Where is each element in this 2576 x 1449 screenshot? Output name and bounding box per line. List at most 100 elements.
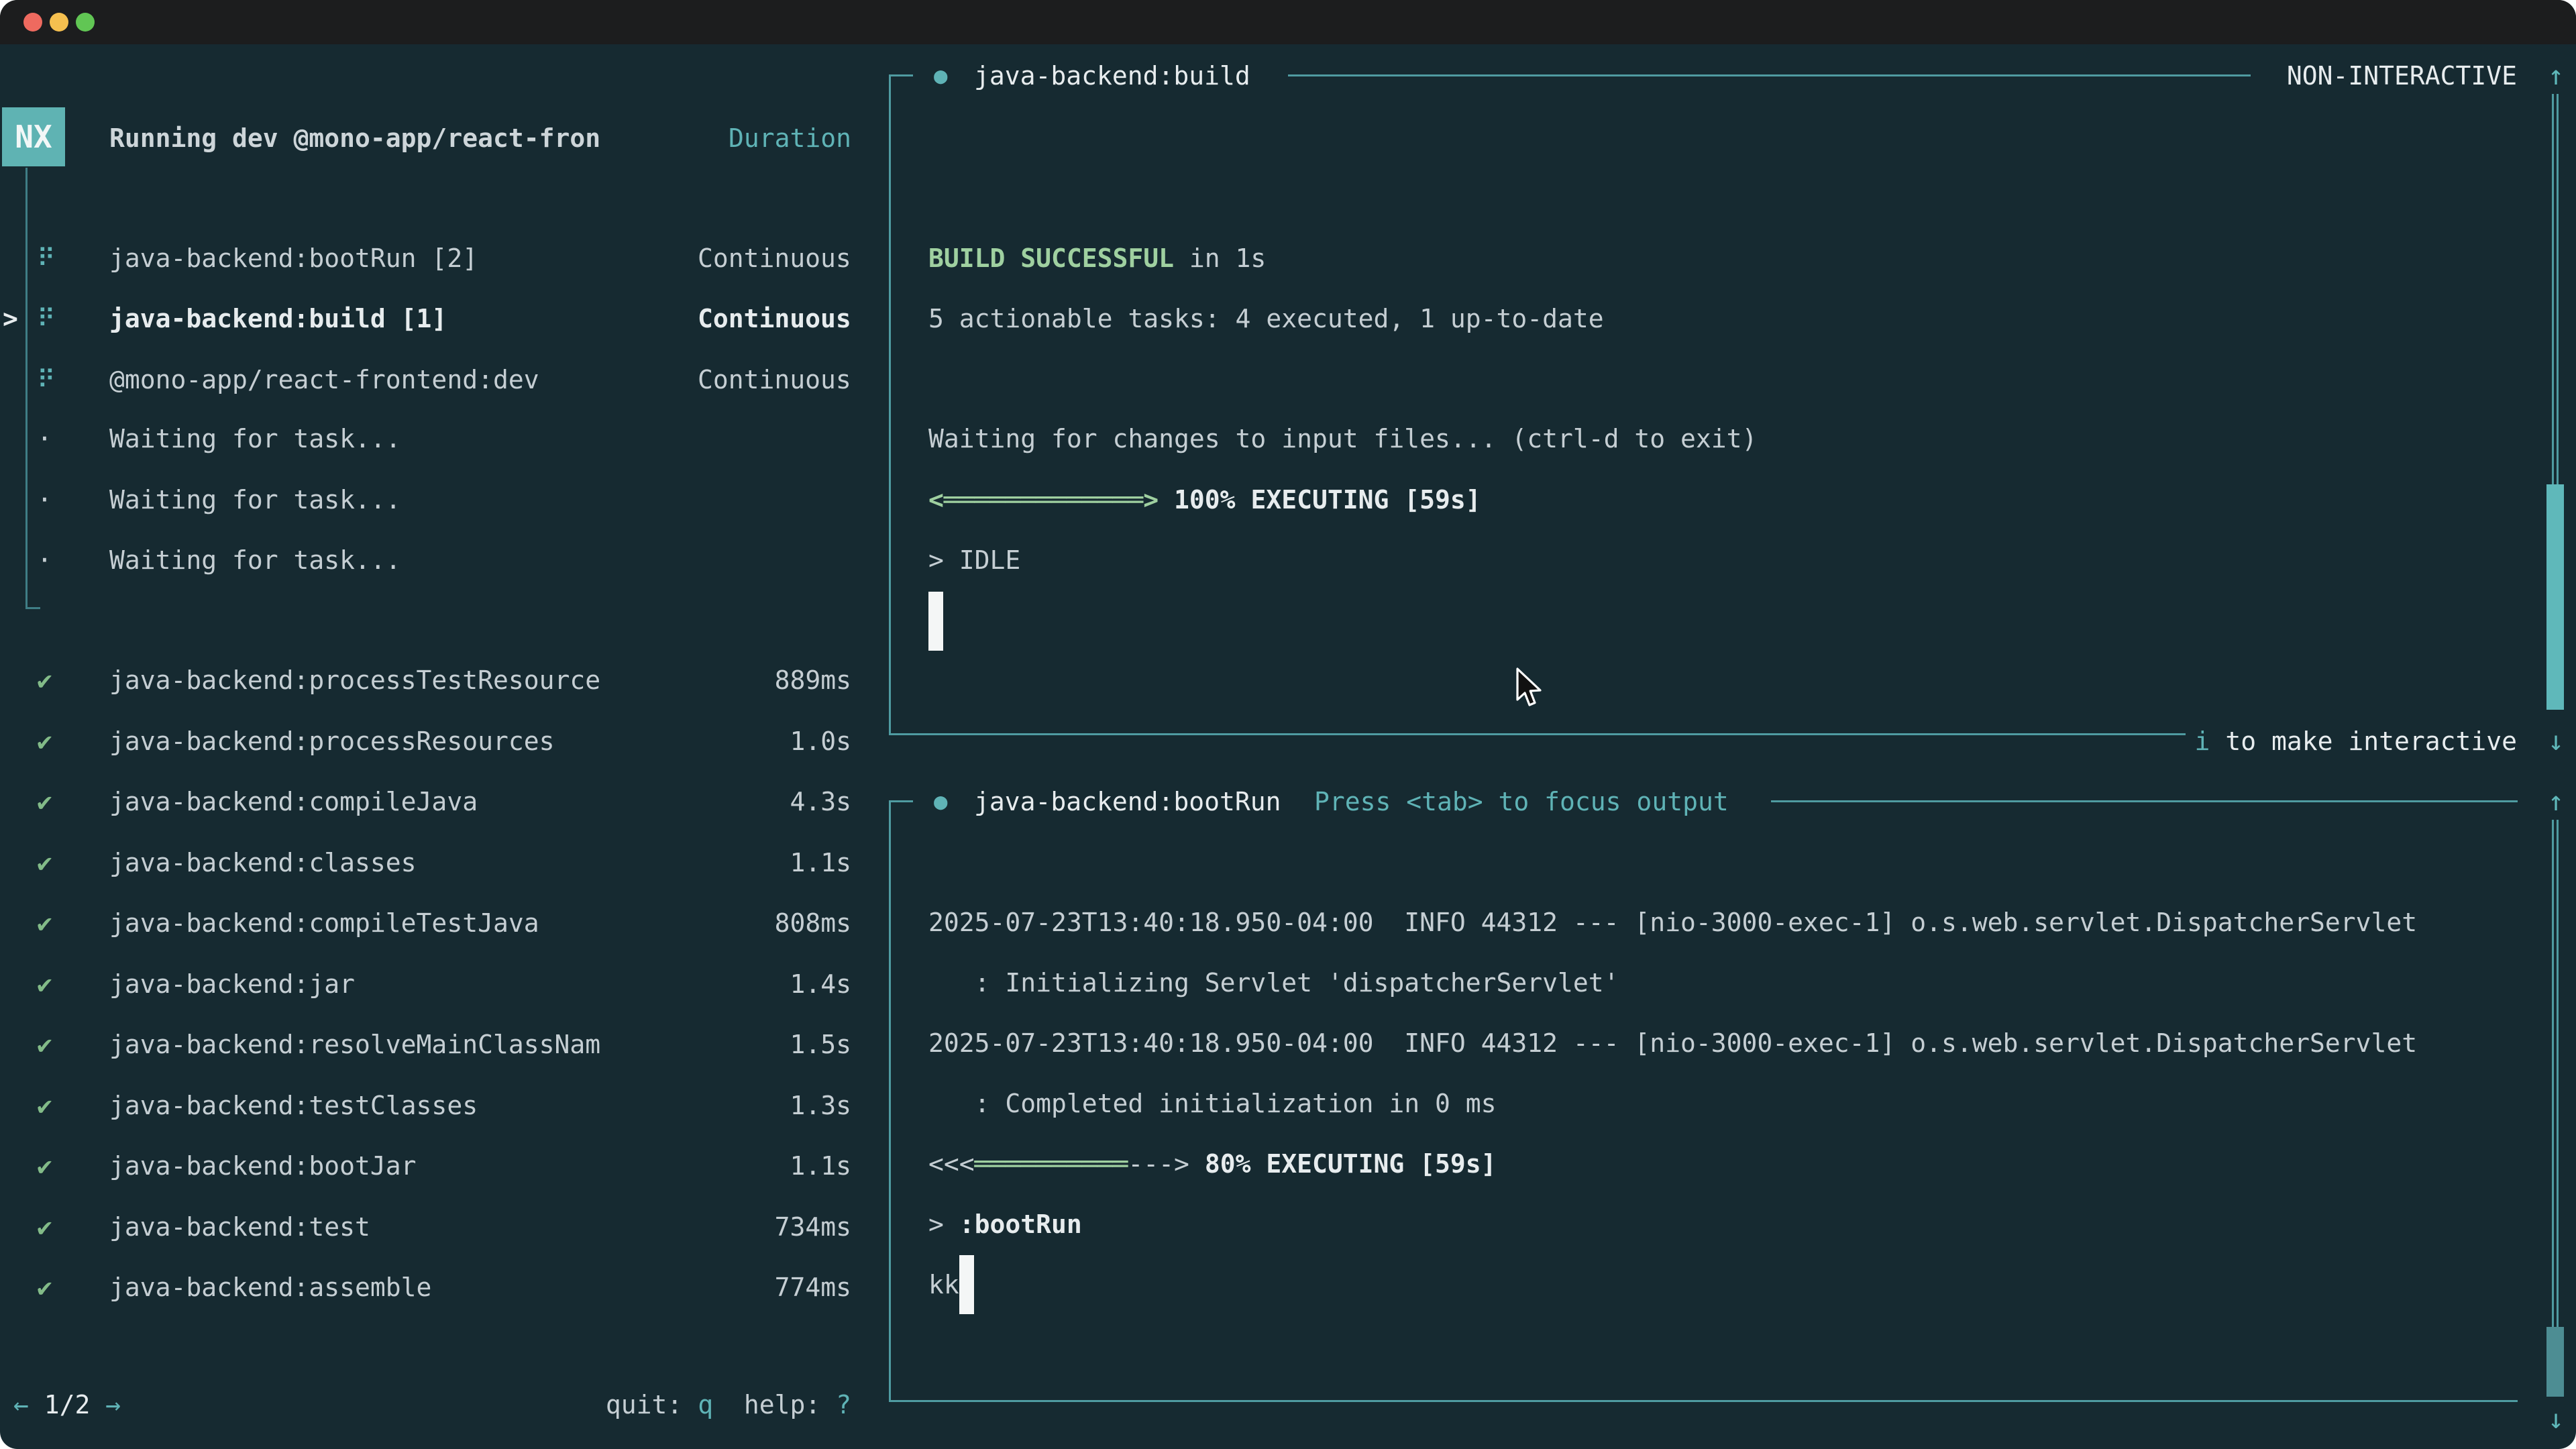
mouse-cursor <box>1515 667 1546 709</box>
progress-bar: ══════════ <box>975 1149 1128 1179</box>
task-row[interactable]: java-backend:bootJar <box>109 1136 417 1196</box>
task-duration: 4.3s <box>650 771 851 832</box>
task-row[interactable]: java-backend:assemble <box>109 1257 431 1318</box>
bootrun-scrollbar-track[interactable] <box>2552 820 2559 1327</box>
typed-input-text[interactable]: kk <box>928 1254 959 1315</box>
task-row[interactable]: java-backend:classes <box>109 833 417 893</box>
task-row[interactable]: Waiting for task... <box>109 409 401 469</box>
task-row[interactable]: java-backend:bootRun [2] <box>109 228 478 288</box>
build-panel-border-stub <box>889 74 913 76</box>
bootrun-panel-title[interactable]: java-backend:bootRun <box>974 771 1281 832</box>
spinner-icon: ⠟ <box>37 228 56 288</box>
task-duration: 1.1s <box>650 833 851 893</box>
prev-page-arrow-icon[interactable]: ← <box>13 1390 29 1419</box>
build-panel-left-border <box>889 76 891 735</box>
focus-output-hint: Press <tab> to focus output <box>1314 771 1729 832</box>
help-label: help: <box>713 1390 836 1419</box>
task-row[interactable]: java-backend:processTestResource <box>109 650 600 710</box>
task-duration: 889ms <box>650 650 851 710</box>
task-duration: 1.0s <box>650 711 851 771</box>
progress-close: ---> <box>1128 1149 1189 1179</box>
progress-open: <<< <box>928 1149 975 1179</box>
task-duration: 1.5s <box>650 1014 851 1075</box>
check-icon: ✔ <box>37 1197 52 1257</box>
log-line: : Completed initialization in 0 ms <box>928 1073 1496 1134</box>
task-row[interactable]: Waiting for task... <box>109 530 401 590</box>
check-icon: ✔ <box>37 1014 52 1075</box>
build-result-line: BUILD SUCCESSFUL in 1s <box>928 228 1266 288</box>
terminal-cursor <box>928 592 943 651</box>
check-icon: ✔ <box>37 893 52 953</box>
check-icon: ✔ <box>37 833 52 893</box>
non-interactive-badge: NON-INTERACTIVE <box>2273 46 2517 106</box>
next-page-arrow-icon[interactable]: → <box>105 1390 121 1419</box>
quit-key[interactable]: q <box>698 1390 713 1419</box>
task-duration: 1.1s <box>650 1136 851 1196</box>
scroll-down-icon[interactable]: ↓ <box>2536 711 2576 771</box>
build-progress-line: <═════════════> 100% EXECUTING [59s] <box>928 470 1481 530</box>
terminal-screen: NX Running dev @mono-app/react-fron Dura… <box>0 44 2576 1449</box>
interactive-hint: i to make interactive <box>2182 711 2517 771</box>
pending-dot-icon: · <box>37 470 52 530</box>
spinner-icon: ⠟ <box>37 350 56 410</box>
task-tree-corner <box>25 607 40 609</box>
check-icon: ✔ <box>37 650 52 710</box>
check-icon: ✔ <box>37 1136 52 1196</box>
task-row[interactable]: java-backend:jar <box>109 954 355 1014</box>
check-icon: ✔ <box>37 711 52 771</box>
log-line: 2025-07-23T13:40:18.950-04:00 INFO 44312… <box>928 892 2417 953</box>
build-panel-title[interactable]: java-backend:build <box>974 46 1250 106</box>
bootrun-progress-line: <<<══════════---> 80% EXECUTING [59s] <box>928 1134 1497 1194</box>
scroll-down-icon[interactable]: ↓ <box>2536 1389 2576 1449</box>
task-duration: 1.3s <box>650 1075 851 1136</box>
pending-dot-icon: · <box>37 409 52 469</box>
log-line: 2025-07-23T13:40:18.950-04:00 INFO 44312… <box>928 1013 2417 1073</box>
terminal-cursor <box>959 1255 974 1314</box>
prompt-command: :bootRun <box>959 1210 1082 1239</box>
task-row[interactable]: java-backend:resolveMainClassNam <box>109 1014 600 1075</box>
pagination: ← 1/2 → <box>13 1375 121 1435</box>
task-duration: 734ms <box>650 1197 851 1257</box>
task-row[interactable]: Waiting for task... <box>109 470 401 530</box>
check-icon: ✔ <box>37 1257 52 1318</box>
task-row-selected[interactable]: java-backend:build [1] <box>109 288 447 349</box>
task-row[interactable]: @mono-app/react-frontend:dev <box>109 350 539 410</box>
minimize-window-button[interactable] <box>50 13 68 32</box>
build-successful-text: BUILD SUCCESSFUL <box>928 244 1174 273</box>
selected-task-marker: > <box>3 288 18 349</box>
task-duration: 1.4s <box>650 954 851 1014</box>
bootrun-panel-left-border <box>889 802 891 1401</box>
nx-logo: NX <box>2 107 65 166</box>
keyboard-hints: quit: q help: ? <box>583 1375 851 1435</box>
terminal-window: NX Running dev @mono-app/react-fron Dura… <box>0 0 2576 1449</box>
nx-logo-label: NX <box>15 119 52 155</box>
spinner-icon: ⠟ <box>37 288 56 349</box>
quit-label: quit: <box>606 1390 698 1419</box>
task-status: Continuous <box>698 228 851 288</box>
bootrun-panel-bottom-border <box>889 1400 2518 1402</box>
task-row[interactable]: java-backend:processResources <box>109 711 554 771</box>
interactive-hint-key[interactable]: i <box>2195 727 2210 756</box>
bootrun-scrollbar-thumb[interactable] <box>2546 1327 2564 1397</box>
page-indicator: 1/2 <box>29 1390 105 1419</box>
build-panel-bottom-border <box>889 733 2186 735</box>
help-key[interactable]: ? <box>836 1390 851 1419</box>
task-row[interactable]: java-backend:compileTestJava <box>109 893 539 953</box>
build-waiting-line: Waiting for changes to input files... (c… <box>928 409 1757 469</box>
build-time-text: in 1s <box>1174 244 1266 273</box>
progress-bar: <═════════════> <box>928 485 1159 515</box>
prompt-chevron: > <box>928 1210 959 1239</box>
check-icon: ✔ <box>37 1075 52 1136</box>
build-scrollbar-track[interactable] <box>2552 94 2559 484</box>
close-window-button[interactable] <box>23 13 42 32</box>
build-panel-header-line <box>1288 74 2251 76</box>
task-duration: 808ms <box>650 893 851 953</box>
titlebar[interactable] <box>0 0 2576 44</box>
task-row[interactable]: java-backend:compileJava <box>109 771 478 832</box>
task-row[interactable]: java-backend:testClasses <box>109 1075 478 1136</box>
task-row[interactable]: java-backend:test <box>109 1197 370 1257</box>
bootrun-panel-border-stub <box>889 800 913 802</box>
maximize-window-button[interactable] <box>76 13 95 32</box>
bootrun-panel-header-line <box>1771 800 2518 802</box>
build-scrollbar-thumb[interactable] <box>2546 484 2564 710</box>
